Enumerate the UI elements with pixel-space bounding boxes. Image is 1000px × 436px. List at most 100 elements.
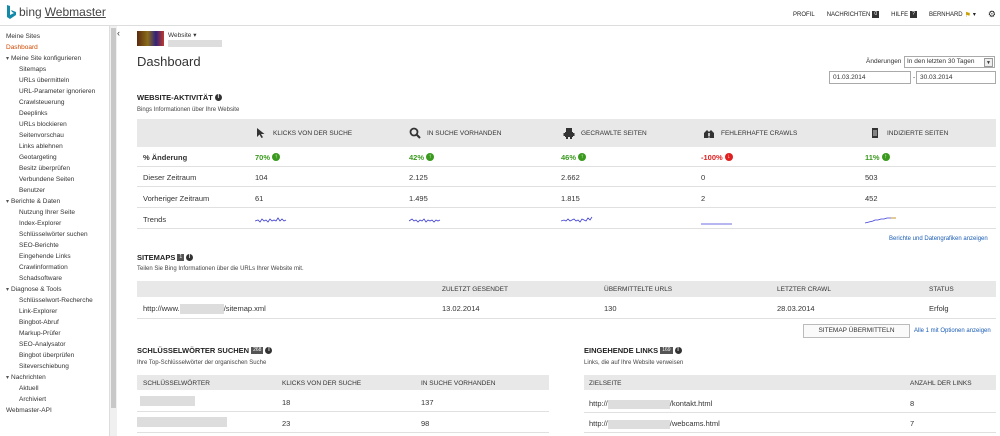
- keywords-count-badge: 268: [251, 347, 264, 354]
- col-in-search[interactable]: IN SUCHE VORHANDEN: [421, 380, 495, 387]
- inbound-row: http:///kontakt.html 8: [584, 393, 996, 413]
- col-crawled: GECRAWLTE SEITEN: [563, 119, 647, 147]
- previous-crawled: 1.815: [561, 194, 580, 203]
- previous-clicks: 61: [255, 194, 264, 203]
- keyword-row: 23 98: [137, 413, 549, 433]
- logo-product: Webmaster: [44, 5, 106, 19]
- change-crawl-errors: -100%: [701, 153, 723, 162]
- arrow-up-icon: ↑: [272, 153, 281, 161]
- broken-robot-icon: [704, 130, 714, 138]
- col-indexed: INDIZIERTE SEITEN: [869, 119, 948, 147]
- info-icon[interactable]: i: [265, 347, 273, 354]
- nav-help[interactable]: HILFE?: [891, 9, 917, 20]
- redacted-keyword[interactable]: [137, 417, 227, 427]
- nav-profile[interactable]: PROFIL: [793, 9, 815, 20]
- info-icon[interactable]: i: [214, 94, 222, 101]
- site-thumbnail[interactable]: [137, 31, 164, 46]
- col-clicks[interactable]: KLICKS VON DER SUCHE: [282, 380, 361, 387]
- sidebar-item-dashboard[interactable]: Dashboard: [6, 42, 116, 53]
- redacted-keyword[interactable]: [140, 396, 195, 406]
- col-crawl-errors: FEHLERHAFTE CRAWLS: [703, 119, 797, 147]
- sitemaps-count-badge: 1: [177, 254, 185, 261]
- redacted-domain: [179, 304, 224, 315]
- collapse-sidebar-icon[interactable]: ‹: [117, 28, 120, 38]
- chevron-down-icon: ▾: [193, 32, 197, 39]
- col-status[interactable]: STATUS: [929, 286, 954, 293]
- info-icon[interactable]: i: [186, 254, 194, 261]
- time-range-select[interactable]: In den letzten 30 Tagen ▼: [904, 56, 995, 68]
- sitemap-row: http://www./sitemap.xml 13.02.2014 130 2…: [137, 297, 996, 319]
- sitemap-url[interactable]: http://www./sitemap.xml: [143, 304, 266, 315]
- arrow-up-icon: ↑: [881, 153, 890, 161]
- trend-sparkline-indexed[interactable]: [865, 213, 897, 225]
- gear-icon[interactable]: ⚙: [988, 9, 996, 20]
- keyword-clicks: 23: [282, 419, 291, 428]
- col-submitted-urls[interactable]: ÜBERMITTELTE URLS: [604, 286, 672, 293]
- target-page-link[interactable]: http:///webcams.html: [589, 419, 720, 429]
- col-last-crawl[interactable]: LETZTER CRAWL: [777, 286, 831, 293]
- keywords-header: SCHLÜSSELWÖRTER KLICKS VON DER SUCHE IN …: [137, 375, 549, 390]
- trend-sparkline-crawl-errors[interactable]: [701, 213, 733, 225]
- keyword-clicks: 18: [282, 398, 291, 407]
- redacted-domain: [607, 399, 670, 409]
- activity-subtitle: Bings Informationen über Ihre Website: [137, 107, 240, 113]
- changes-label: Änderungen: [866, 58, 902, 65]
- arrow-up-icon: ↑: [426, 153, 435, 161]
- page-title: Dashboard: [137, 54, 201, 69]
- submit-sitemap-button[interactable]: SITEMAP ÜBERMITTELN: [803, 324, 910, 338]
- top-nav: PROFIL NACHRICHTEN 0 HILFE? BERNHARD ⚑ ▾ ⚙: [793, 9, 996, 20]
- col-link-count[interactable]: ANZAHL DER LINKS: [910, 380, 972, 387]
- sitemap-url-count: 130: [604, 304, 617, 313]
- trend-sparkline-in-search[interactable]: [409, 213, 441, 225]
- row-trends: Trends: [137, 209, 996, 229]
- sitemap-status: Erfolg: [929, 304, 949, 313]
- scrollbar-thumb[interactable]: [111, 28, 116, 408]
- col-target-page[interactable]: ZIELSEITE: [589, 380, 622, 387]
- previous-indexed: 452: [865, 194, 878, 203]
- sidebar-scrollbar[interactable]: [109, 26, 117, 436]
- redacted-domain: [607, 419, 670, 429]
- logo-word: bing: [19, 5, 42, 19]
- arrow-up-icon: ↑: [578, 153, 587, 161]
- link-count[interactable]: 8: [910, 399, 914, 408]
- current-crawl-errors: 0: [701, 173, 706, 182]
- link-count[interactable]: 7: [910, 419, 914, 428]
- col-in-search: IN SUCHE VORHANDEN: [409, 119, 501, 147]
- site-selector[interactable]: Website ▾: [168, 31, 196, 39]
- sitemaps-title: SITEMAPS 1 i: [137, 253, 194, 262]
- site-url-redacted: [168, 40, 222, 47]
- inbound-links-subtitle: Links, die auf Ihre Website verweisen: [584, 360, 684, 366]
- trend-sparkline-clicks[interactable]: [255, 213, 287, 225]
- col-keywords[interactable]: SCHLÜSSELWÖRTER: [143, 380, 210, 387]
- robot-icon: [563, 128, 575, 139]
- show-all-sitemaps-link[interactable]: Alle 1 mit Optionen anzeigen: [914, 328, 991, 334]
- nav-user-menu[interactable]: BERNHARD ⚑ ▾: [929, 9, 976, 20]
- keyword-in-search: 98: [421, 419, 430, 428]
- row-this-period: Dieser Zeitraum 104 2.125 2.662 0 503: [137, 167, 996, 187]
- magnifier-icon: [409, 127, 421, 139]
- top-bar: bing Webmaster PROFIL NACHRICHTEN 0 HILFE?…: [0, 0, 1000, 26]
- sidebar-item-webmaster-api[interactable]: Webmaster-API: [6, 405, 116, 416]
- sitemap-last-crawl: 28.03.2014: [777, 304, 815, 313]
- sitemaps-subtitle: Teilen Sie Bing Informationen über die U…: [137, 266, 304, 272]
- trend-sparkline-crawled[interactable]: [561, 213, 593, 225]
- bing-webmaster-logo[interactable]: bing Webmaster: [6, 5, 106, 19]
- bing-logo-icon: [6, 5, 16, 19]
- keywords-subtitle: Ihre Top-Schlüsselwörter der organischen…: [137, 360, 267, 366]
- change-clicks: 70%: [255, 153, 271, 162]
- sidebar-item-my-sites[interactable]: Meine Sites: [6, 31, 116, 42]
- nav-messages[interactable]: NACHRICHTEN 0: [827, 9, 880, 20]
- show-reports-link[interactable]: Berichte und Datengrafiken anzeigen: [889, 236, 988, 242]
- date-from-input[interactable]: 01.03.2014: [829, 71, 911, 84]
- change-indexed: 11%: [865, 153, 880, 162]
- date-to-input[interactable]: 30.03.2014: [916, 71, 996, 84]
- info-icon[interactable]: i: [674, 347, 682, 354]
- target-page-link[interactable]: http:///kontakt.html: [589, 399, 712, 409]
- user-flag-icon: ⚑: [964, 11, 971, 19]
- row-label: Vorheriger Zeitraum: [143, 194, 210, 203]
- cursor-icon: [257, 128, 265, 138]
- keyword-row: 18 137: [137, 392, 549, 412]
- row-label: Dieser Zeitraum: [143, 173, 197, 182]
- col-last-sent[interactable]: ZULETZT GESENDET: [442, 286, 508, 293]
- keywords-title: SCHLÜSSELWÖRTER SUCHEN 268 i: [137, 346, 273, 355]
